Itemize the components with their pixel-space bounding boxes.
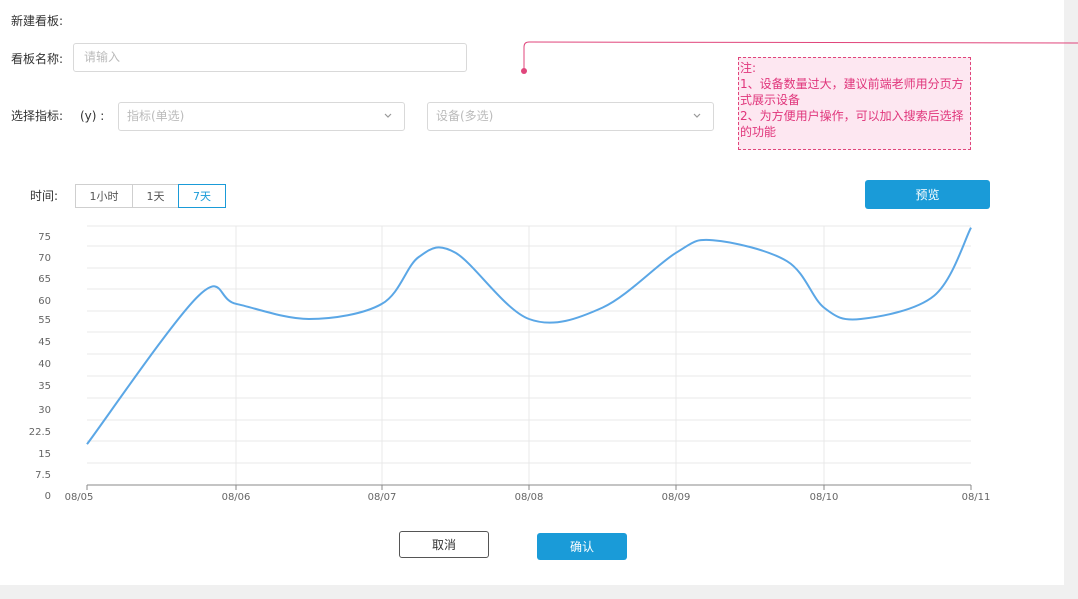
chevron-down-icon: [384, 113, 392, 118]
metric-label: 选择指标:: [11, 109, 64, 123]
metric-select-placeholder: 指标(单选): [127, 109, 185, 123]
x-tick-label: 08/09: [662, 492, 691, 503]
time-option-7d[interactable]: 7天: [178, 184, 226, 208]
y-tick-label: 22.5: [29, 427, 51, 438]
y-tick-label: 40: [38, 359, 51, 370]
x-tick-label: 08/05: [65, 492, 94, 503]
y-tick-label: 15: [38, 449, 51, 460]
note-title: 注:: [740, 61, 757, 75]
x-tick-label: 08/08: [515, 492, 544, 503]
y-tick-label: 0: [45, 491, 51, 502]
device-select[interactable]: 设备(多选): [427, 102, 714, 131]
name-input-placeholder: 请输入: [84, 50, 121, 64]
x-tick-label: 08/11: [962, 492, 991, 503]
y-tick-label: 60: [38, 296, 51, 307]
y-tick-label: 35: [38, 381, 51, 392]
x-tick-label: 08/06: [222, 492, 251, 503]
x-tick-label: 08/10: [810, 492, 839, 503]
device-select-placeholder: 设备(多选): [436, 109, 494, 123]
time-label: 时间:: [30, 189, 59, 203]
y-tick-label: 7.5: [35, 470, 51, 481]
time-option-1d[interactable]: 1天: [132, 184, 179, 208]
y-tick-label: 65: [38, 274, 51, 285]
x-tick-label: 08/07: [368, 492, 397, 503]
cancel-button[interactable]: 取消: [399, 531, 489, 558]
line-chart: 0 7.5 15 22.5 30 35 40 45 55 60 65 70 75 08/05 08/06 08…: [29, 225, 991, 503]
dashboard-form-panel: 新建看板: 看板名称: 请输入 选择指标: (y) : 指标(单选) 设备(多选…: [0, 0, 1078, 585]
metric-select[interactable]: 指标(单选): [118, 102, 405, 131]
name-input[interactable]: 请输入: [73, 43, 467, 72]
note-item-2: 2、为方便用户操作，可以加入搜索后选择的功能: [740, 109, 964, 139]
name-label: 看板名称:: [11, 52, 64, 66]
y-tick-label: 70: [38, 253, 51, 264]
note-item-1: 1、设备数量过大，建议前端老师用分页方式展示设备: [740, 77, 964, 107]
preview-button[interactable]: 预览: [865, 180, 990, 209]
y-tick-label: 45: [38, 337, 51, 348]
y-tick-label: 75: [38, 232, 51, 243]
y-tick-label: 55: [38, 315, 51, 326]
y-tick-label: 30: [38, 405, 51, 416]
y-axis-label: (y) :: [80, 109, 105, 123]
annotation-note: 注: 1、设备数量过大，建议前端老师用分页方式展示设备 2、为方便用户操作，可以…: [738, 57, 971, 150]
page-title: 新建看板:: [11, 14, 64, 28]
chevron-down-icon: [693, 113, 701, 118]
time-option-1h[interactable]: 1小时: [75, 184, 133, 208]
confirm-button[interactable]: 确认: [537, 533, 627, 560]
